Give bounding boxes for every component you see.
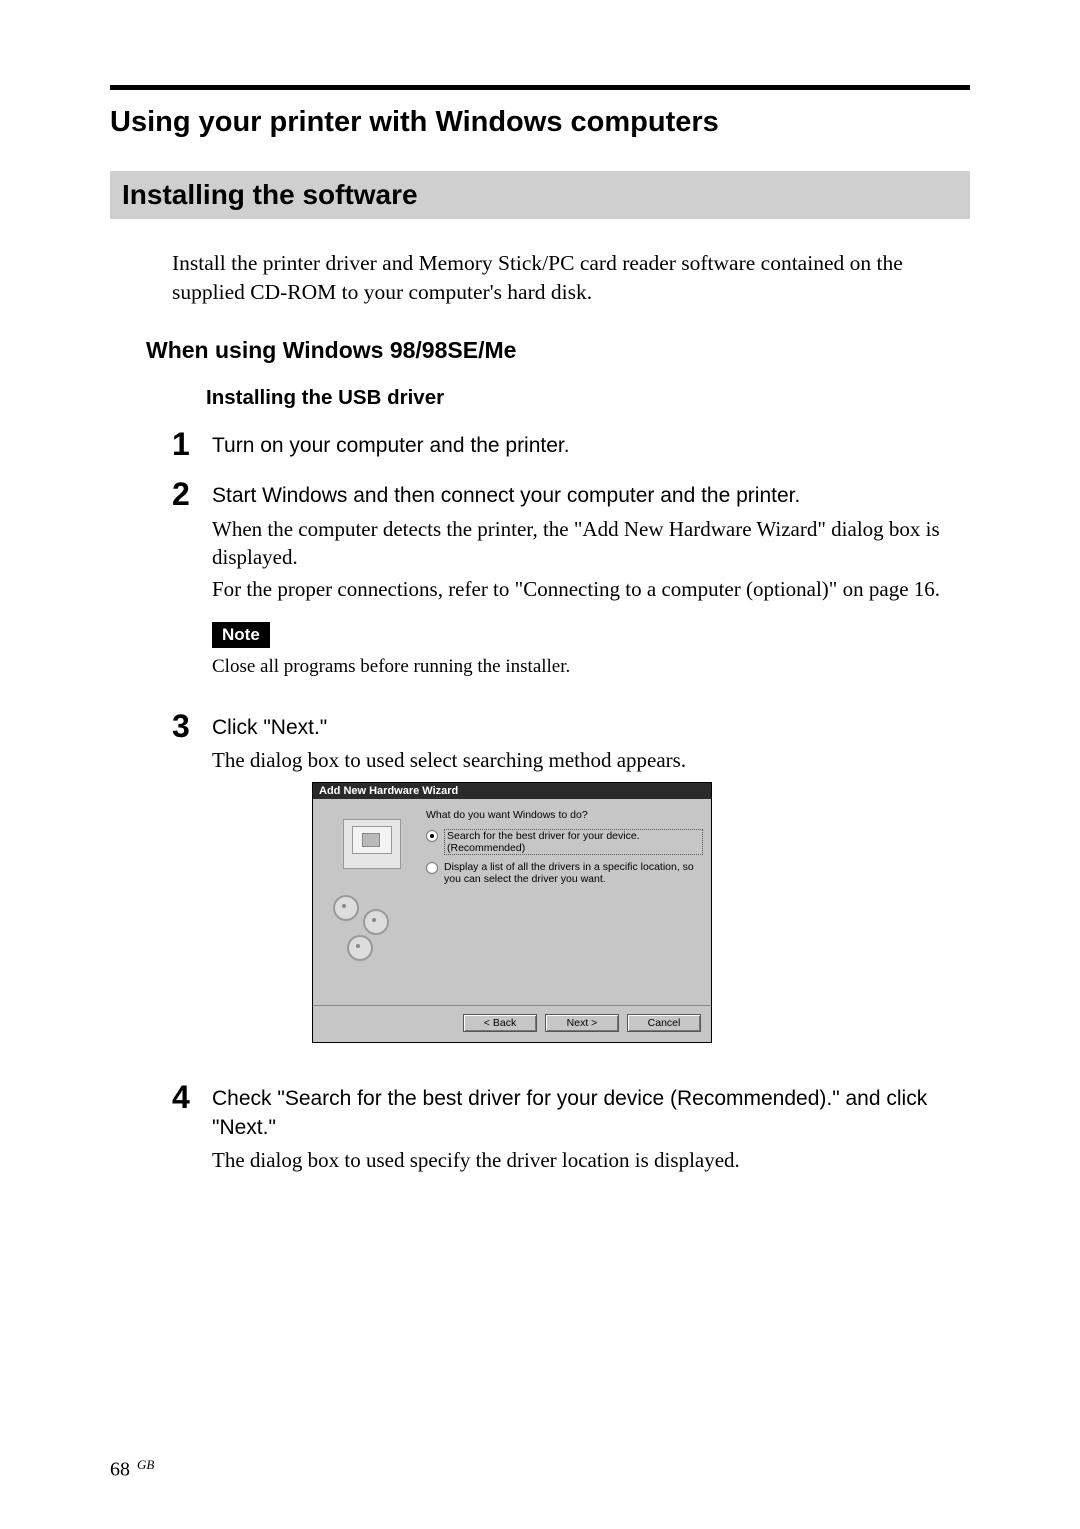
wizard-graphic <box>321 809 416 974</box>
gear-icon <box>333 895 359 921</box>
manual-page: Using your printer with Windows computer… <box>0 0 1080 1529</box>
step-number: 2 <box>172 478 206 695</box>
step-instruction: Turn on your computer and the printer. <box>212 432 970 460</box>
page-number: 68 <box>110 1458 130 1480</box>
note-badge: Note <box>212 622 270 648</box>
step-instruction: Check "Search for the best driver for yo… <box>212 1085 970 1142</box>
wizard-dialog: Add New Hardware Wizard What do you want… <box>312 782 712 1043</box>
step-instruction: Click "Next." <box>212 714 970 742</box>
step-detail: When the computer detects the printer, t… <box>212 515 970 572</box>
intro-paragraph: Install the printer driver and Memory St… <box>172 249 970 307</box>
radio-icon <box>426 830 438 842</box>
section-title: Using your printer with Windows computer… <box>110 106 970 139</box>
back-button[interactable]: < Back <box>463 1014 537 1032</box>
step-number: 4 <box>172 1081 206 1178</box>
cancel-button[interactable]: Cancel <box>627 1014 701 1032</box>
step-2: 2 Start Windows and then connect your co… <box>172 478 970 695</box>
step-instruction: Start Windows and then connect your comp… <box>212 482 970 510</box>
step-detail: The dialog box to used select searching … <box>212 746 970 774</box>
radio-icon <box>426 862 438 874</box>
step-1: 1 Turn on your computer and the printer. <box>172 428 970 464</box>
step-number: 3 <box>172 710 206 1068</box>
next-button[interactable]: Next > <box>545 1014 619 1032</box>
region-code: GB <box>137 1457 154 1472</box>
computer-icon <box>343 819 401 869</box>
step-number: 1 <box>172 428 206 464</box>
wizard-titlebar: Add New Hardware Wizard <box>313 783 711 799</box>
step-detail: For the proper connections, refer to "Co… <box>212 575 970 603</box>
gear-icon <box>363 909 389 935</box>
step-detail: The dialog box to used specify the drive… <box>212 1146 970 1174</box>
subsection-title: Installing the software <box>122 179 958 211</box>
wizard-option-label: Display a list of all the drivers in a s… <box>444 861 703 885</box>
page-footer: 68 GB <box>110 1457 154 1481</box>
subsection-band: Installing the software <box>110 171 970 219</box>
wizard-question: What do you want Windows to do? <box>426 809 703 821</box>
os-heading: When using Windows 98/98SE/Me <box>146 337 970 364</box>
wizard-option-label: Search for the best driver for your devi… <box>444 829 703 855</box>
task-heading: Installing the USB driver <box>206 386 970 410</box>
wizard-option-recommended[interactable]: Search for the best driver for your devi… <box>426 829 703 855</box>
wizard-option-list[interactable]: Display a list of all the drivers in a s… <box>426 861 703 885</box>
gear-icon <box>347 935 373 961</box>
top-rule <box>110 85 970 90</box>
step-4: 4 Check "Search for the best driver for … <box>172 1081 970 1178</box>
note-text: Close all programs before running the in… <box>212 656 970 678</box>
step-3: 3 Click "Next." The dialog box to used s… <box>172 710 970 1068</box>
